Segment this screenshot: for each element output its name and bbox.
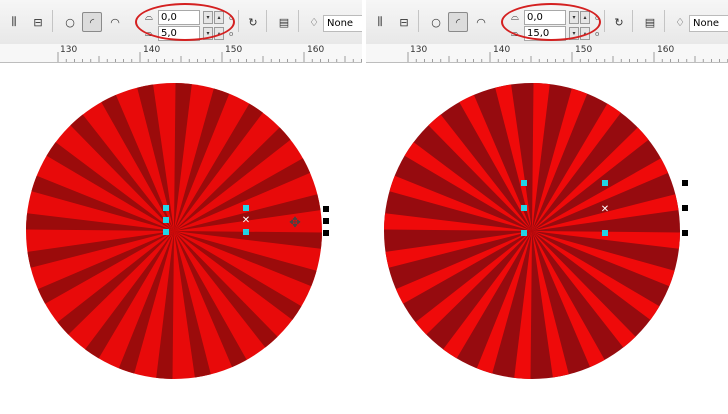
- left-panel: ⫼ ⊟ ○ ◜ ◠ ⌓ 0,0 ▾ ▴ o ⌓ 5,0 ▾ ▴ o ↻ ▤ ♢ No…: [0, 0, 362, 414]
- chamfer-corner-icon[interactable]: ◠: [471, 12, 491, 32]
- node-handle[interactable]: [521, 180, 527, 186]
- black-handle[interactable]: [682, 180, 688, 186]
- black-handle[interactable]: [323, 230, 329, 236]
- center-x-icon: ✕: [601, 204, 609, 215]
- node-handle[interactable]: [602, 230, 608, 236]
- distribute-icon[interactable]: ⊟: [28, 12, 48, 32]
- outline-width-field[interactable]: None: [323, 15, 362, 32]
- ruler-label: 130: [60, 45, 78, 55]
- property-bar: ⫼ ⊟ ○ ◜ ◠ ⌓ 0,0 ▾ ▴ o ⌓ 15,0 ▾ ▴ o ↻ ▤ ♢ N…: [366, 0, 728, 45]
- center-x-icon: ✕: [242, 215, 250, 226]
- move-cursor-icon: ✥: [289, 215, 301, 231]
- horizontal-ruler: 130 140 150 160: [0, 44, 362, 63]
- node-handle[interactable]: [163, 217, 169, 223]
- separator: [418, 10, 419, 32]
- align-icon[interactable]: ⫼: [370, 12, 390, 32]
- black-handle[interactable]: [682, 205, 688, 211]
- separator: [664, 10, 665, 32]
- ruler-label: 140: [493, 45, 511, 55]
- separator: [632, 10, 633, 32]
- scalloped-corner-icon[interactable]: ◜: [82, 12, 102, 32]
- ruler-label: 160: [307, 45, 325, 55]
- round-corner-icon[interactable]: ○: [426, 12, 446, 32]
- separator: [298, 10, 299, 32]
- right-panel: ⫼ ⊟ ○ ◜ ◠ ⌓ 0,0 ▾ ▴ o ⌓ 15,0 ▾ ▴ o ↻ ▤ ♢ N…: [366, 0, 728, 414]
- outline-width-field[interactable]: None: [689, 15, 728, 32]
- node-handle[interactable]: [243, 205, 249, 211]
- wrap-text-icon[interactable]: ▤: [640, 12, 660, 32]
- rotate-icon[interactable]: ↻: [609, 12, 629, 32]
- node-handle[interactable]: [602, 180, 608, 186]
- ruler-label: 130: [410, 45, 428, 55]
- highlight-ellipse: [501, 3, 601, 41]
- separator: [52, 10, 53, 32]
- distribute-icon[interactable]: ⊟: [394, 12, 414, 32]
- node-handle[interactable]: [163, 229, 169, 235]
- separator: [266, 10, 267, 32]
- degree-icon: o: [229, 29, 234, 38]
- rotate-icon[interactable]: ↻: [243, 12, 263, 32]
- degree-icon: o: [595, 29, 600, 38]
- ruler-label: 140: [143, 45, 161, 55]
- node-handle[interactable]: [521, 205, 527, 211]
- drawing-canvas: ✕: [366, 63, 728, 414]
- wrap-text-icon[interactable]: ▤: [274, 12, 294, 32]
- ruler-label: 150: [575, 45, 593, 55]
- node-handle[interactable]: [521, 230, 527, 236]
- black-handle[interactable]: [682, 230, 688, 236]
- chamfer-corner-icon[interactable]: ◠: [105, 12, 125, 32]
- black-handle[interactable]: [323, 206, 329, 212]
- pen-outline-icon[interactable]: ♢: [304, 12, 324, 32]
- pen-outline-icon[interactable]: ♢: [670, 12, 690, 32]
- drawing-canvas: ✕ ✥: [0, 63, 362, 414]
- drawing-svg: ✕ ✥: [26, 83, 329, 379]
- drawing-svg: ✕: [384, 83, 688, 379]
- horizontal-ruler: 130 140 150 160: [366, 44, 728, 63]
- separator: [604, 10, 605, 32]
- ruler-label: 150: [225, 45, 243, 55]
- black-handle[interactable]: [323, 218, 329, 224]
- node-handle[interactable]: [243, 229, 249, 235]
- separator: [238, 10, 239, 32]
- scalloped-corner-icon[interactable]: ◜: [448, 12, 468, 32]
- highlight-ellipse: [135, 3, 235, 41]
- property-bar: ⫼ ⊟ ○ ◜ ◠ ⌓ 0,0 ▾ ▴ o ⌓ 5,0 ▾ ▴ o ↻ ▤ ♢ No…: [0, 0, 362, 45]
- round-corner-icon[interactable]: ○: [60, 12, 80, 32]
- align-icon[interactable]: ⫼: [4, 12, 24, 32]
- node-handle[interactable]: [163, 205, 169, 211]
- ruler-label: 160: [657, 45, 675, 55]
